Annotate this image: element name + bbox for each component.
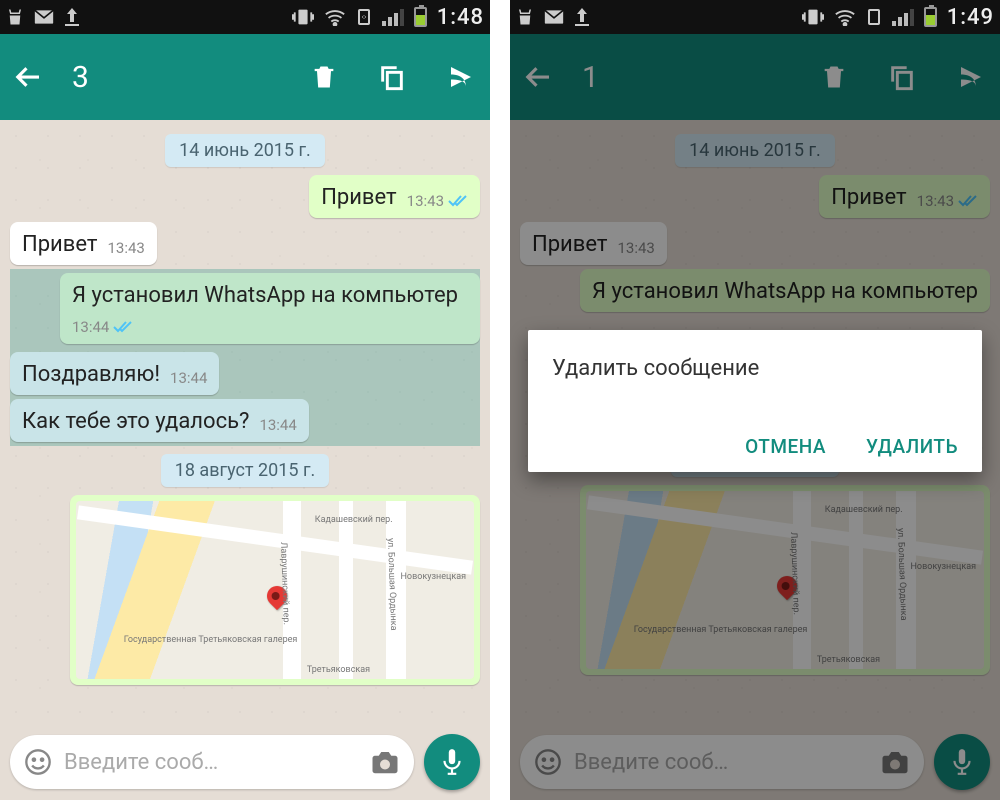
selection-count: 3 — [72, 60, 89, 95]
shopping-icon — [516, 8, 534, 26]
message-bubble-out: Привет 13:43 — [309, 175, 480, 218]
map-label: Третьяковская — [307, 665, 370, 675]
message-input[interactable]: Введите сооб… — [10, 735, 414, 789]
status-bar: 1:49 — [510, 0, 1000, 34]
message-row[interactable]: Привет 13:43 — [10, 222, 480, 265]
phone-left: 1:48 3 14 июнь 2015 г. Привет 13:43 — [0, 0, 490, 800]
message-time: 13:43 — [107, 239, 144, 257]
message-text: Привет — [321, 185, 396, 210]
input-bar: Введите сооб… — [0, 726, 490, 800]
message-text: Как тебе это удалось? — [22, 409, 249, 434]
message-meta: 13:43 — [107, 239, 144, 257]
message-text: Я установил WhatsApp на компьютер — [72, 283, 458, 308]
action-bar: 3 — [0, 34, 490, 120]
status-clock: 1:49 — [947, 5, 994, 30]
message-row-selected[interactable]: Как тебе это удалось? 13:44 — [10, 399, 480, 446]
delete-icon[interactable] — [310, 62, 338, 92]
read-ticks-icon — [113, 320, 133, 334]
mic-button[interactable] — [424, 734, 480, 790]
vibrate-icon — [802, 8, 824, 26]
delete-button[interactable]: УДАЛИТЬ — [866, 435, 958, 458]
message-bubble-in: Поздравляю! 13:44 — [10, 352, 219, 395]
message-meta: 13:43 — [407, 192, 468, 210]
message-row-selected[interactable]: Я установил WhatsApp на компьютер 13:44 — [10, 269, 480, 348]
signal-icon — [382, 8, 404, 26]
message-row[interactable]: Государственная Третьяковская галерея Но… — [10, 495, 480, 685]
cancel-button[interactable]: ОТМЕНА — [745, 435, 826, 458]
signal-icon — [892, 8, 914, 26]
location-bubble[interactable]: Государственная Третьяковская галерея Но… — [70, 495, 480, 685]
emoji-icon[interactable] — [24, 748, 52, 776]
date-chip: 14 июнь 2015 г. — [165, 134, 325, 167]
status-bar: 1:48 — [0, 0, 490, 34]
dialog-title: Удалить сообщение — [552, 356, 958, 381]
vibrate-icon — [292, 8, 314, 26]
mail-icon — [34, 9, 54, 25]
mail-icon — [544, 9, 564, 25]
wifi-icon — [324, 8, 346, 26]
date-chip: 18 август 2015 г. — [161, 454, 330, 487]
copy-icon[interactable] — [378, 62, 406, 92]
camera-icon[interactable] — [370, 749, 400, 775]
message-row-selected[interactable]: Поздравляю! 13:44 — [10, 348, 480, 399]
forward-icon[interactable] — [446, 62, 476, 92]
delete-dialog: Удалить сообщение ОТМЕНА УДАЛИТЬ — [528, 330, 982, 472]
battery-icon — [924, 7, 937, 27]
message-text: Привет — [22, 232, 97, 257]
message-meta: 13:44 — [170, 369, 207, 387]
message-text: Поздравляю! — [22, 362, 160, 387]
read-ticks-icon — [448, 194, 468, 208]
map-label: Новокузнецкая — [401, 572, 467, 582]
message-time: 13:44 — [259, 416, 296, 434]
message-time: 13:43 — [407, 192, 444, 210]
message-bubble-in: Как тебе это удалось? 13:44 — [10, 399, 309, 442]
message-meta: 13:44 — [259, 416, 296, 434]
data-icon — [866, 8, 882, 26]
chat-area[interactable]: 14 июнь 2015 г. Привет 13:43 Привет 13:4… — [0, 120, 490, 726]
map-label: Государственная Третьяковская галерея — [124, 635, 298, 645]
wifi-icon — [834, 8, 856, 26]
phone-right: 1:49 1 14 июнь 2015 г. Привет 13:43 Прив… — [510, 0, 1000, 800]
message-meta: 13:44 — [72, 318, 133, 336]
message-time: 13:44 — [72, 318, 109, 336]
input-placeholder: Введите сооб… — [64, 750, 358, 775]
battery-icon — [414, 7, 427, 27]
message-time: 13:44 — [170, 369, 207, 387]
shopping-icon — [6, 8, 24, 26]
message-bubble-out: Я установил WhatsApp на компьютер 13:44 — [60, 273, 480, 344]
map-thumbnail: Государственная Третьяковская галерея Но… — [76, 501, 474, 679]
map-label: Кадашевский пер. — [315, 515, 393, 525]
upload-icon — [64, 8, 80, 26]
message-row[interactable]: Привет 13:43 — [10, 175, 480, 218]
message-bubble-in: Привет 13:43 — [10, 222, 157, 265]
data-icon — [356, 8, 372, 26]
status-clock: 1:48 — [437, 5, 484, 30]
upload-icon — [574, 8, 590, 26]
back-icon[interactable] — [14, 62, 44, 92]
